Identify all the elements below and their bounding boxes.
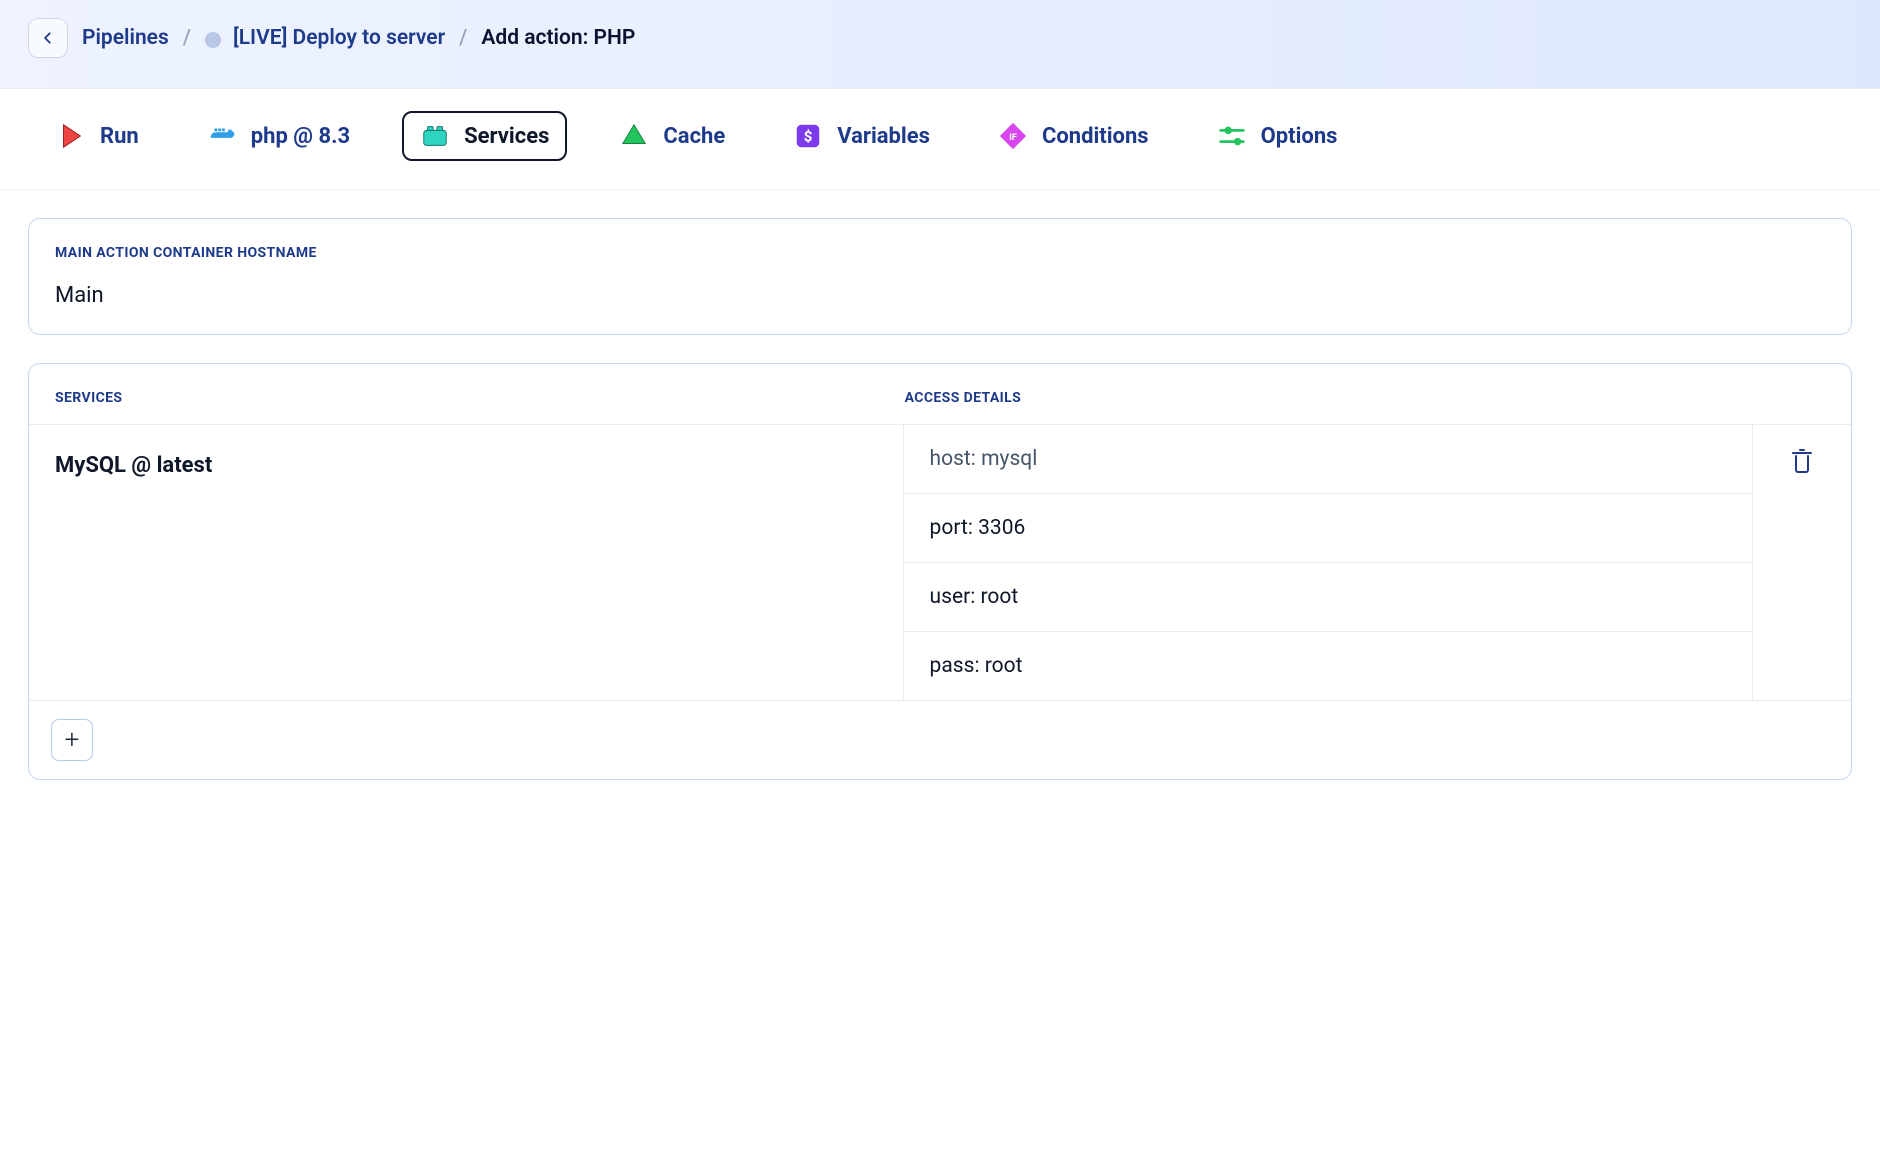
chevron-left-icon [41,28,55,48]
svg-text:$: $ [804,128,813,146]
service-name[interactable]: MySQL @ latest [29,425,904,700]
conditions-icon: IF [998,121,1028,151]
tab-label: Services [464,124,549,149]
access-user: user: root [904,563,1752,632]
tab-options[interactable]: Options [1201,113,1354,159]
col-header-services: SERVICES [55,390,905,406]
access-host: host: mysql [904,425,1752,494]
breadcrumb-current: Add action: PHP [481,26,635,50]
tab-variables[interactable]: $ Variables [777,113,946,159]
breadcrumb-pipeline-label: [LIVE] Deploy to server [233,26,445,50]
breadcrumb-separator: / [183,26,191,50]
status-dot-icon [205,32,221,48]
content-area: MAIN ACTION CONTAINER HOSTNAME Main SERV… [0,190,1880,836]
tabbar: Run php @ 8.3 Services Cache $ Variables… [0,89,1880,190]
hostname-label: MAIN ACTION CONTAINER HOSTNAME [55,245,1825,261]
access-port: port: 3306 [904,494,1752,563]
service-access-details: host: mysql port: 3306 user: root pass: … [904,425,1753,700]
options-icon [1217,121,1247,151]
services-icon [420,121,450,151]
tab-cache[interactable]: Cache [603,113,741,159]
back-button[interactable] [28,18,68,58]
docker-icon [207,121,237,151]
tab-run[interactable]: Run [40,113,155,159]
cache-icon [619,121,649,151]
tab-label: Variables [837,124,930,149]
breadcrumb-pipeline-link[interactable]: [LIVE] Deploy to server [205,26,445,50]
page-header: Pipelines / [LIVE] Deploy to server / Ad… [0,0,1880,89]
service-delete-cell [1753,425,1851,700]
col-header-access: ACCESS DETAILS [905,390,1825,406]
services-panel: SERVICES ACCESS DETAILS MySQL @ latest h… [28,363,1852,780]
services-columns-header: SERVICES ACCESS DETAILS [29,364,1851,425]
hostname-value[interactable]: Main [55,283,1825,308]
svg-text:IF: IF [1009,132,1017,143]
tab-label: Run [100,124,139,149]
tab-label: php @ 8.3 [251,124,350,149]
service-row: MySQL @ latest host: mysql port: 3306 us… [29,425,1851,700]
tab-label: Options [1261,124,1338,149]
tab-conditions[interactable]: IF Conditions [982,113,1165,159]
play-icon [56,121,86,151]
tab-label: Cache [663,124,725,149]
breadcrumb-pipelines[interactable]: Pipelines [82,26,169,50]
tab-label: Conditions [1042,124,1149,149]
tab-services[interactable]: Services [402,111,567,161]
breadcrumb-separator: / [459,26,467,50]
tab-php[interactable]: php @ 8.3 [191,113,366,159]
services-footer: + [29,700,1851,779]
delete-service-button[interactable] [1788,447,1816,475]
variables-icon: $ [793,121,823,151]
access-pass: pass: root [904,632,1752,700]
plus-icon: + [65,725,80,755]
trash-icon [1790,448,1814,474]
hostname-panel: MAIN ACTION CONTAINER HOSTNAME Main [28,218,1852,335]
add-service-button[interactable]: + [51,719,93,761]
breadcrumb: Pipelines / [LIVE] Deploy to server / Ad… [28,18,1852,58]
